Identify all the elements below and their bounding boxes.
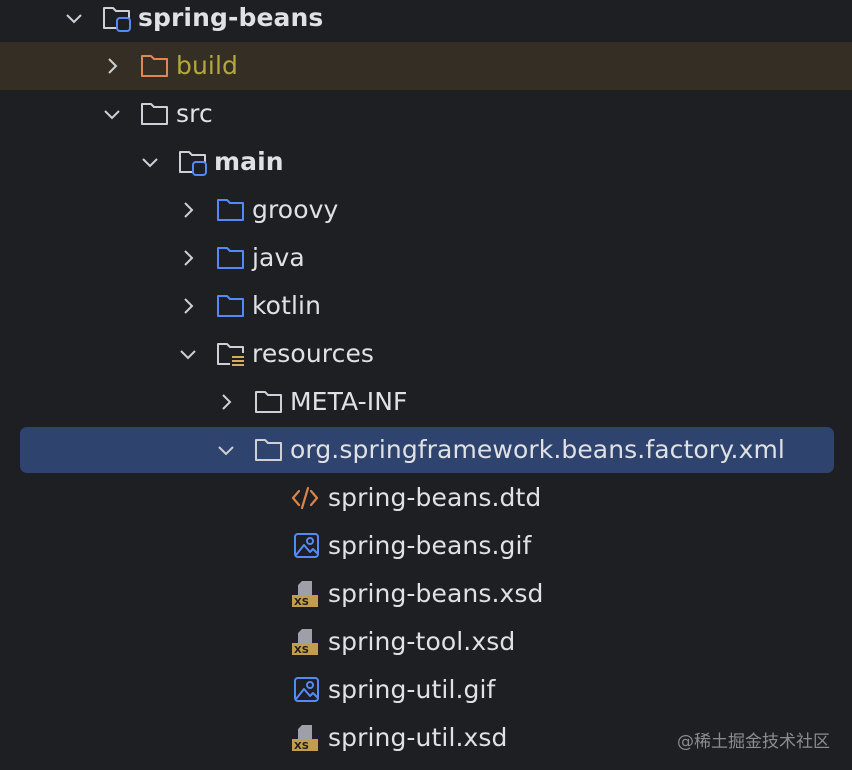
tree-item-label: spring-beans.gif (328, 531, 532, 560)
tree-item-label: spring-util.xsd (328, 723, 508, 752)
svg-text:XS: XS (294, 645, 309, 656)
folder-icon (141, 103, 168, 125)
folder-icon (255, 391, 282, 413)
tree-row-groovy[interactable]: groovy (0, 186, 852, 234)
tree-row-factory-xml-package[interactable]: org.springframework.beans.factory.xml (0, 426, 852, 474)
svg-text:XS: XS (294, 597, 309, 608)
tree-row-spring-beans-gif[interactable]: spring-beans.gif (0, 522, 852, 570)
chevron-right-icon[interactable] (102, 56, 122, 76)
tree-item-label: groovy (252, 195, 339, 224)
image-file-icon (294, 533, 319, 558)
source-folder-icon (217, 247, 244, 269)
tree-item-label: main (214, 147, 284, 176)
tree-row-meta-inf[interactable]: META-INF (0, 378, 852, 426)
folder-icon (255, 439, 282, 461)
tree-row-resources[interactable]: resources (0, 330, 852, 378)
tree-row-spring-util-gif[interactable]: spring-util.gif (0, 666, 852, 714)
tree-row-main[interactable]: main (0, 138, 852, 186)
tree-item-label: META-INF (290, 387, 408, 416)
source-root-folder-icon (179, 151, 207, 176)
module-folder-icon (103, 7, 131, 32)
tree-row-build[interactable]: build (0, 42, 852, 90)
xsd-file-icon: XS (292, 581, 318, 608)
tree-row-spring-beans[interactable]: spring-beans (0, 0, 852, 42)
svg-text:XS: XS (294, 741, 309, 752)
tree-row-spring-tool-xsd[interactable]: XS spring-tool.xsd (0, 618, 852, 666)
resources-folder-icon (217, 343, 245, 368)
chevron-right-icon[interactable] (178, 296, 198, 316)
source-folder-icon (217, 295, 244, 317)
tree-item-label: spring-util.gif (328, 675, 496, 704)
tree-item-label: java (252, 243, 305, 272)
image-file-icon (294, 677, 319, 702)
tree-row-spring-beans-dtd[interactable]: spring-beans.dtd (0, 474, 852, 522)
tree-item-label: org.springframework.beans.factory.xml (290, 435, 785, 464)
tree-row-java[interactable]: java (0, 234, 852, 282)
chevron-down-icon[interactable] (140, 152, 160, 172)
excluded-folder-icon (141, 55, 168, 77)
chevron-right-icon[interactable] (178, 200, 198, 220)
tree-item-label: spring-beans.dtd (328, 483, 542, 512)
tree-item-label: src (176, 99, 213, 128)
tree-item-label: resources (252, 339, 375, 368)
tree-row-spring-beans-xsd[interactable]: XS spring-beans.xsd (0, 570, 852, 618)
tree-item-label: spring-beans.xsd (328, 579, 544, 608)
chevron-right-icon[interactable] (178, 248, 198, 268)
chevron-down-icon[interactable] (64, 8, 84, 28)
tree-item-label: build (176, 51, 238, 80)
tree-row-src[interactable]: src (0, 90, 852, 138)
source-folder-icon (217, 199, 244, 221)
tree-item-label: spring-beans (138, 3, 324, 32)
tree-item-label: spring-tool.xsd (328, 627, 516, 656)
xsd-file-icon: XS (292, 629, 318, 656)
chevron-right-icon[interactable] (216, 392, 236, 412)
dtd-file-icon (291, 486, 319, 510)
chevron-down-icon[interactable] (102, 104, 122, 124)
tree-item-label: kotlin (252, 291, 322, 320)
xsd-file-icon: XS (292, 725, 318, 752)
tree-row-kotlin[interactable]: kotlin (0, 282, 852, 330)
chevron-down-icon[interactable] (178, 344, 198, 364)
chevron-down-icon[interactable] (216, 440, 236, 460)
watermark: @稀土掘金技术社区 (677, 732, 830, 752)
